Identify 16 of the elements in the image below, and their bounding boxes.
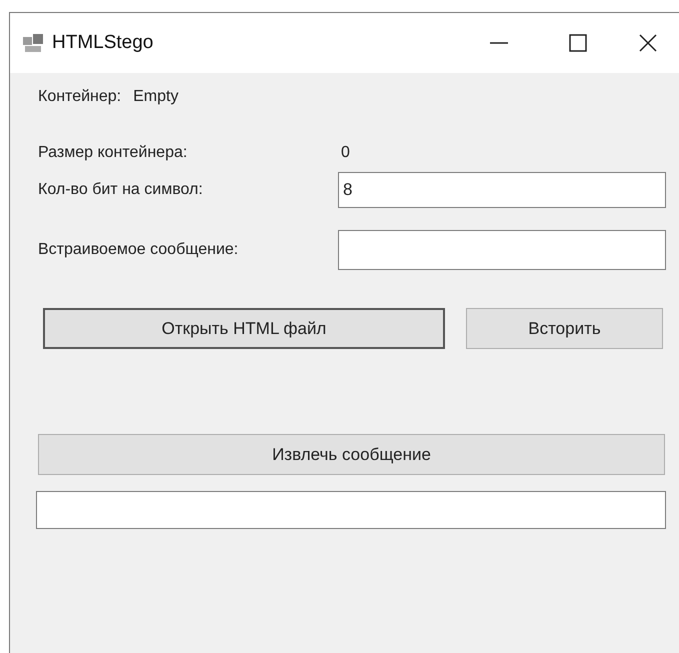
bits-label: Кол-во бит на символ: [38, 180, 204, 200]
maximize-icon[interactable] [569, 34, 587, 52]
container-label: Контейнер: [38, 87, 122, 107]
extract-button[interactable]: Извлечь сообщение [38, 434, 665, 475]
message-field[interactable] [338, 230, 666, 270]
window-title: HTMLStego [52, 30, 154, 55]
bits-field[interactable]: 8 [338, 172, 666, 208]
action-button[interactable]: Всторить [466, 308, 663, 349]
size-value: 0 [341, 143, 350, 163]
output-field[interactable] [36, 491, 666, 529]
container-value: Empty [133, 87, 178, 107]
size-label: Размер контейнера: [38, 143, 188, 163]
action-button[interactable]: Открыть HTML файл [43, 308, 445, 349]
close-icon[interactable] [639, 34, 657, 52]
app-icon [22, 33, 44, 53]
message-label: Встраивоемое сообщение: [38, 240, 240, 260]
